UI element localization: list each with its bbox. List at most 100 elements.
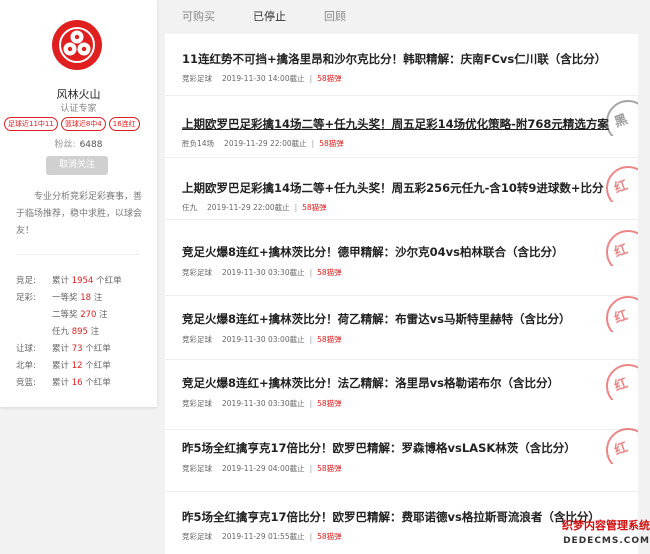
plan-category: 竞彩足球 <box>182 464 212 473</box>
watermark-line2: DEDECMS.COM <box>563 536 650 546</box>
plan-title[interactable]: 11连红势不可挡+擒洛里昂和沙尔克比分！韩职精解：庆南FCvs仁川联（含比分） <box>182 51 606 67</box>
stat-suffix: 注 <box>90 327 100 337</box>
list-item[interactable]: 上期欧罗巴足彩擒14场二等+任九头奖！周五足彩14场优化策略-附768元精选方案… <box>165 96 638 158</box>
stat-suffix: 个红单 <box>85 378 111 388</box>
tag-streak: 16连红 <box>108 117 140 131</box>
list-item[interactable]: 昨5场全红擒亨克17倍比分！欧罗巴精解：罗森博格vsLASK林茨（含比分） 竞彩… <box>165 428 638 492</box>
stat-key: 竞足: <box>16 276 36 286</box>
tab-available[interactable]: 可购买 <box>182 8 215 24</box>
fans-label: 粉丝: <box>54 140 76 150</box>
list-item[interactable]: 11连红势不可挡+擒洛里昂和沙尔克比分！韩职精解：庆南FCvs仁川联（含比分） … <box>165 34 638 96</box>
stat-prefix: 累计 <box>52 344 70 354</box>
plan-meta: 竞彩足球 2019-11-29 04:00截止 | 58猫弹 <box>182 464 342 473</box>
plan-meta: 竞彩足球 2019-11-29 01:55截止 | 58猫弹 <box>182 532 342 541</box>
stat-key: 足彩: <box>16 293 36 303</box>
plan-category: 竞彩足球 <box>182 532 212 541</box>
plan-price: 58猫弹 <box>317 399 342 408</box>
stat-prefix: 累计 <box>52 276 70 286</box>
stat-key: 让球: <box>16 344 36 354</box>
plan-deadline: 2019-11-29 22:00截止 <box>207 203 290 212</box>
stat-prefix: 累计 <box>52 378 70 388</box>
plan-category: 竞彩足球 <box>182 335 212 344</box>
expert-role: 认证专家 <box>60 104 97 114</box>
stat-prefix: 累计 <box>52 361 70 371</box>
list-item[interactable]: 竞足火爆8连红+擒林茨比分！德甲精解：沙尔克04vs柏林联合（含比分） 竞彩足球… <box>165 220 638 296</box>
stat-prefix: 二等奖 <box>52 310 78 320</box>
plan-meta: 竞彩足球 2019-11-30 03:30截止 | 58猫弹 <box>182 268 342 277</box>
stat-suffix: 个红单 <box>85 361 111 371</box>
stat-suffix: 个红单 <box>85 344 111 354</box>
plan-deadline: 2019-11-30 03:30截止 <box>222 399 305 408</box>
stat-key: 竞篮: <box>16 378 36 388</box>
plan-deadline: 2019-11-29 22:00截止 <box>224 139 307 148</box>
result-stamp-red: 红 <box>602 364 638 400</box>
stat-suffix: 注 <box>99 310 108 320</box>
result-stamp-black: 黑 <box>602 100 638 136</box>
expert-tags: 足球近11中11 篮球近8中4 16连红 <box>4 117 154 131</box>
tag-basketball-record: 篮球近8中4 <box>60 117 106 131</box>
expert-name: 风林火山 <box>56 88 101 101</box>
plan-title[interactable]: 昨5场全红擒亨克17倍比分！欧罗巴精解：罗森博格vsLASK林茨（含比分） <box>182 440 576 456</box>
stat-number: 18 <box>80 293 92 303</box>
plan-list: 11连红势不可挡+擒洛里昂和沙尔克比分！韩职精解：庆南FCvs仁川联（含比分） … <box>165 34 638 554</box>
stat-suffix: 个红单 <box>96 276 122 286</box>
expert-avatar[interactable] <box>52 20 102 70</box>
plan-deadline: 2019-11-30 14:00截止 <box>222 74 305 83</box>
plan-price: 58猫弹 <box>317 464 342 473</box>
plan-price: 58猫弹 <box>317 532 342 541</box>
plan-title[interactable]: 竞足火爆8连红+擒林茨比分！德甲精解：沙尔克04vs柏林联合（含比分） <box>182 244 563 260</box>
stat-number: 12 <box>71 361 83 371</box>
result-stamp-red: 红 <box>602 296 638 332</box>
mitsudomoe-emblem-icon <box>53 21 101 69</box>
tag-football-record: 足球近11中11 <box>4 117 58 131</box>
result-stamp-red: 红 <box>602 428 638 464</box>
plan-price: 58猫弹 <box>317 268 342 277</box>
site-watermark: 织梦内容管理系统 DEDECMS.COM <box>540 518 650 554</box>
plan-meta: 竞彩足球 2019-11-30 03:30截止 | 58猫弹 <box>182 399 342 408</box>
unfollow-button[interactable]: 取消关注 <box>46 156 108 175</box>
sidebar-divider <box>16 254 140 255</box>
expert-sidebar: 风林火山 认证专家 足球近11中11 篮球近8中4 16连红 粉丝: 6488 取… <box>0 0 157 407</box>
stat-prefix: 一等奖 <box>52 293 78 303</box>
plan-deadline: 2019-11-29 01:55截止 <box>222 532 305 541</box>
list-item[interactable]: 竞足火爆8连红+擒林茨比分！法乙精解：洛里昂vs格勒诺布尔（含比分） 竞彩足球 2… <box>165 360 638 430</box>
plan-title[interactable]: 昨5场全红擒亨克17倍比分！欧罗巴精解：费耶诺德vs格拉斯哥流浪者（含比分） <box>182 509 600 525</box>
plan-deadline: 2019-11-30 03:30截止 <box>222 268 305 277</box>
stat-number: 16 <box>71 378 83 388</box>
stat-prefix: 任九 <box>52 327 70 337</box>
plan-price: 58猫弹 <box>302 203 327 212</box>
tab-review[interactable]: 回顾 <box>324 8 346 24</box>
plan-category: 竞彩足球 <box>182 399 212 408</box>
plan-deadline: 2019-11-30 03:00截止 <box>222 335 305 344</box>
list-item[interactable]: 上期欧罗巴足彩擒14场二等+任九头奖！周五彩256元任九-含10转9进球数+比分… <box>165 158 638 220</box>
plan-meta: 胜负14场 2019-11-29 22:00截止 | 58猫弹 <box>182 139 344 148</box>
plan-title[interactable]: 竞足火爆8连红+擒林茨比分！荷乙精解：布雷达vs马斯特里赫特（含比分） <box>182 311 570 327</box>
tab-stopped[interactable]: 已停止 <box>253 8 286 24</box>
stat-number: 270 <box>80 310 97 320</box>
plan-category: 胜负14场 <box>182 139 215 148</box>
plan-category: 竞彩足球 <box>182 268 212 277</box>
stat-number: 895 <box>71 327 88 337</box>
plan-title[interactable]: 上期欧罗巴足彩擒14场二等+任九头奖！周五彩256元任九-含10转9进球数+比分 <box>182 180 604 196</box>
plan-deadline: 2019-11-29 04:00截止 <box>222 464 305 473</box>
plan-category: 竞彩足球 <box>182 74 212 83</box>
plan-price: 58猫弹 <box>317 335 342 344</box>
plan-category: 任九 <box>182 203 197 212</box>
plan-price: 58猫弹 <box>319 139 344 148</box>
list-item[interactable]: 竞足火爆8连红+擒林茨比分！荷乙精解：布雷达vs马斯特里赫特（含比分） 竞彩足球… <box>165 296 638 360</box>
plan-meta: 竞彩足球 2019-11-30 03:00截止 | 58猫弹 <box>182 335 342 344</box>
fans-value: 6488 <box>79 140 103 150</box>
fans-count: 粉丝: 6488 <box>0 137 157 150</box>
stat-number: 1954 <box>71 276 94 286</box>
stat-suffix: 注 <box>93 293 103 303</box>
plan-meta: 任九 2019-11-29 22:00截止 | 58猫弹 <box>182 203 327 212</box>
expert-bio: 专业分析竞彩足彩赛事，善于临场推荐，稳中求胜，以球会友！ <box>16 192 143 236</box>
plan-meta: 竞彩足球 2019-11-30 14:00截止 | 58猫弹 <box>182 74 342 83</box>
stat-number: 73 <box>71 344 83 354</box>
plan-title[interactable]: 上期欧罗巴足彩擒14场二等+任九头奖！周五足彩14场优化策略-附768元精选方案 <box>182 116 609 132</box>
stat-key: 北单: <box>16 361 36 371</box>
plan-title[interactable]: 竞足火爆8连红+擒林茨比分！法乙精解：洛里昂vs格勒诺布尔（含比分） <box>182 375 559 391</box>
watermark-line1: 织梦内容管理系统 <box>562 519 650 532</box>
result-stamp-red: 红 <box>602 230 638 266</box>
result-stamp-red: 红 <box>602 166 638 202</box>
